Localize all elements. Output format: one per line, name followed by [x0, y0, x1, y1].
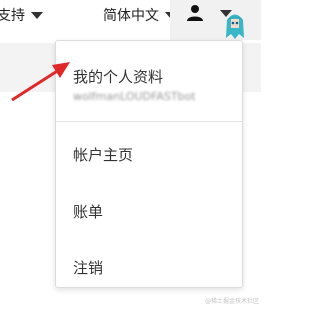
language-label: 简体中文	[103, 8, 159, 24]
menu-divider	[56, 121, 242, 122]
user-menu-toggle[interactable]	[170, 0, 261, 40]
watermark: @稀土掘金技术社区	[204, 298, 259, 305]
menu-item-logout[interactable]: 注销	[73, 257, 103, 278]
user-icon	[187, 5, 203, 21]
avatar	[226, 14, 244, 39]
user-dropdown-menu: 我的个人资料 wolfmanLOUDFASTbot 帐户主页 账单 注销	[55, 40, 243, 288]
menu-item-my-profile[interactable]: 我的个人资料	[73, 66, 163, 87]
menu-item-account-home[interactable]: 帐户主页	[73, 144, 133, 165]
blurred-username: wolfmanLOUDFASTbot	[73, 90, 196, 103]
support-label: 支持	[0, 8, 25, 24]
top-navigation-bar: 支持 简体中文	[0, 0, 261, 40]
menu-item-billing[interactable]: 账单	[73, 201, 103, 222]
language-selector[interactable]: 简体中文	[103, 5, 177, 25]
support-menu[interactable]: 支持	[0, 5, 43, 25]
chevron-down-icon	[31, 11, 43, 19]
